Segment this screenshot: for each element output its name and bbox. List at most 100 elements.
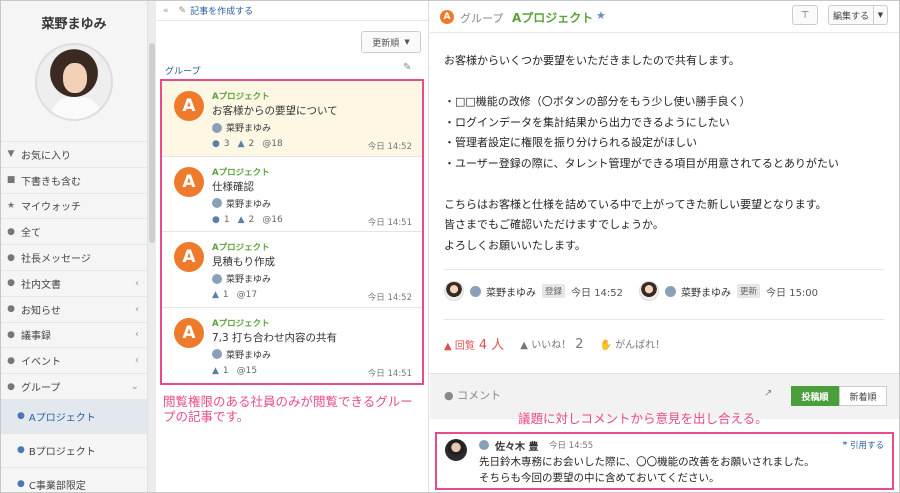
read-circulation-button[interactable]: ▲ 回覧 4 人 — [444, 334, 504, 353]
commenter-avatar — [445, 439, 467, 461]
post-author: 菜野まゆみ — [212, 272, 271, 285]
chevron-left-icon: ‹ — [135, 329, 139, 341]
post-title: 仕様確認 — [212, 180, 254, 193]
commenter-name: 佐々木 豊 — [495, 442, 539, 453]
annotation-left: 閲覧権限のある社員のみが閲覧できるグループの記事です。 — [163, 394, 413, 424]
user-icon — [665, 285, 677, 297]
group-icon: ● — [7, 226, 15, 237]
post-author: 菜野まゆみ — [212, 121, 271, 134]
post-list: A Aプロジェクト お客様からの要望について 菜野まゆみ ● 3 ▲ 2 @18 今… — [160, 79, 424, 385]
sidebar-item-internal-docs[interactable]: ● 社内文書 ‹ — [1, 269, 147, 296]
pin-button[interactable]: ⊤ — [792, 5, 818, 25]
group-icon: ● — [17, 479, 25, 490]
collapse-icon[interactable]: « — [163, 6, 169, 16]
reactions-bar: ▲ 回覧 4 人 ▲ いいね！ 2 ✋ がんばれ！ — [444, 334, 665, 354]
sort-dropdown[interactable]: 更新順 ▼ — [361, 31, 421, 53]
thumbs-up-icon: ▲ — [237, 139, 245, 149]
comment-icon: ● — [444, 389, 454, 402]
sidebar-item-minutes[interactable]: ● 議事録 ‹ — [1, 321, 147, 348]
pin-icon: ⊤ — [800, 9, 810, 21]
comment-icon: ● — [212, 139, 220, 149]
post-detail: A グループ Aプロジェクト ★ ⊤ 編集する ▼ お客様からいくつか要望をいただ… — [430, 1, 899, 492]
post-time: 今日 14:51 — [367, 368, 412, 379]
group-icon: ● — [7, 329, 15, 340]
group-name[interactable]: Aプロジェクト — [512, 9, 593, 26]
author-avatar — [212, 273, 222, 284]
scrollbar-thumb[interactable] — [149, 43, 155, 243]
sidebar-menu: ▼ お気に入り ■ 下書きも含む ★ マイウォッチ ● 全て ● 社長メッセージ ● 社内文… — [1, 141, 147, 492]
post-meta: ● 3 ▲ 2 @18 — [212, 139, 283, 149]
pencil-icon: ✎ — [178, 5, 187, 16]
group-icon: ● — [17, 445, 25, 456]
sidebar-item-favorites[interactable]: ▼ お気に入り — [1, 141, 147, 167]
list-toolbar: « ✎ 記事を作成する — [157, 1, 428, 21]
hand-icon: ✋ — [599, 340, 612, 351]
comment-time: 今日 14:55 — [549, 441, 594, 451]
group-heading: グループ — [165, 67, 201, 77]
sidebar-item-my-watch[interactable]: ★ マイウォッチ — [1, 192, 147, 219]
sidebar-item-all[interactable]: ● 全て — [1, 218, 147, 244]
user-avatar — [444, 281, 464, 301]
post-card[interactable]: A Aプロジェクト 見積もり作成 菜野まゆみ ▲ 1 @17 今日 14:52 — [162, 232, 422, 308]
sidebar-scrollbar[interactable] — [147, 1, 156, 492]
quote-button[interactable]: ❞ 引用する — [843, 439, 884, 451]
comment-label: ● コメント — [444, 389, 502, 402]
comment-icon: ● — [212, 214, 220, 225]
group-logo-icon: A — [440, 10, 454, 24]
divider — [444, 319, 884, 320]
caret-down-icon: ▼ — [404, 38, 410, 46]
post-time: 今日 14:51 — [367, 217, 412, 228]
group-icon: ● — [7, 381, 15, 392]
sidebar-sub-item-a-project[interactable]: ● Aプロジェクト — [1, 398, 147, 433]
sidebar-item-drafts[interactable]: ■ 下書きも含む — [1, 166, 147, 193]
star-icon: ★ — [6, 200, 16, 211]
author-avatar — [212, 122, 222, 133]
user-avatar — [639, 281, 660, 301]
group-prefix: グループ — [460, 12, 504, 25]
edit-button[interactable]: 編集する ▼ — [828, 5, 888, 25]
pin-icon: ▼ — [7, 149, 15, 160]
user-avatar[interactable] — [35, 43, 113, 121]
star-icon[interactable]: ★ — [596, 9, 606, 22]
thumbs-up-icon: ▲ — [237, 214, 245, 225]
post-body: お客様からいくつか要望をいただきましたので共有します。 ・□□機能の改修（〇ボタ… — [444, 54, 839, 252]
cheer-button[interactable]: ✋ がんばれ！ — [599, 336, 665, 351]
sidebar-sub-item-b-project[interactable]: ● Bプロジェクト — [1, 432, 147, 467]
post-meta: ▲ 1 @15 — [212, 365, 258, 376]
create-post-link[interactable]: 記事を作成する — [190, 4, 253, 17]
comment-item: 佐々木 豊 今日 14:55 ❞ 引用する 先日鈴木専務にお会いした際に、〇〇機… — [435, 432, 894, 490]
thumbs-up-icon: ▲ — [520, 339, 528, 351]
post-card[interactable]: A Aプロジェクト 仕様確認 菜野まゆみ ● 1 ▲ 2 @16 今日 14:51 — [162, 156, 422, 232]
sidebar-item-groups[interactable]: ● グループ ⌄ — [1, 373, 147, 399]
like-button[interactable]: ▲ いいね！ 2 — [520, 336, 583, 352]
post-meta: ● 1 ▲ 2 @16 — [212, 214, 283, 225]
thumbs-up-icon: ▲ — [212, 365, 219, 376]
author-avatar — [212, 349, 222, 359]
sidebar-item-events[interactable]: ● イベント ‹ — [1, 347, 147, 373]
post-card[interactable]: A Aプロジェクト お客様からの要望について 菜野まゆみ ● 3 ▲ 2 @18 今… — [162, 81, 422, 157]
sidebar-item-president-message[interactable]: ● 社長メッセージ — [1, 244, 147, 270]
caret-down-icon[interactable]: ▼ — [873, 6, 887, 24]
group-logo-icon: A — [174, 317, 204, 348]
chevron-left-icon: ‹ — [135, 303, 139, 315]
post-history: 菜野まゆみ 登録 今日 14:52 菜野まゆみ 更新 今日 15:00 — [444, 280, 834, 302]
sort-newest-button[interactable]: 新着順 — [839, 386, 887, 406]
group-logo-icon: A — [174, 166, 204, 197]
group-logo-icon: A — [174, 242, 204, 272]
external-link-icon[interactable]: ↗ — [764, 388, 772, 399]
post-meta: ▲ 1 @17 — [212, 290, 258, 300]
thumbs-up-icon: ▲ — [444, 341, 452, 352]
group-icon: ● — [7, 278, 15, 289]
chevron-left-icon: ‹ — [135, 277, 139, 289]
comment-text: 先日鈴木専務にお会いした際に、〇〇機能の改善をお願いされました。 そちらも今回の… — [479, 456, 815, 484]
sidebar-item-notices[interactable]: ● お知らせ ‹ — [1, 295, 147, 322]
user-icon — [479, 440, 489, 450]
sort-posted-button[interactable]: 投稿順 — [791, 386, 839, 406]
group-icon: ● — [7, 355, 15, 366]
post-time: 今日 14:52 — [367, 293, 412, 303]
post-card[interactable]: A Aプロジェクト 7,3 打ち合わせ内容の共有 菜野まゆみ ▲ 1 @15 今日… — [162, 307, 422, 383]
sidebar-sub-item-c-division[interactable]: ● C事業部限定 — [1, 466, 147, 492]
annotation-right: 議題に対しコメントから意見を出し合える。 — [518, 411, 768, 426]
edit-pencil-icon[interactable]: ✎ — [403, 62, 411, 73]
post-title: お客様からの要望について — [212, 105, 338, 117]
